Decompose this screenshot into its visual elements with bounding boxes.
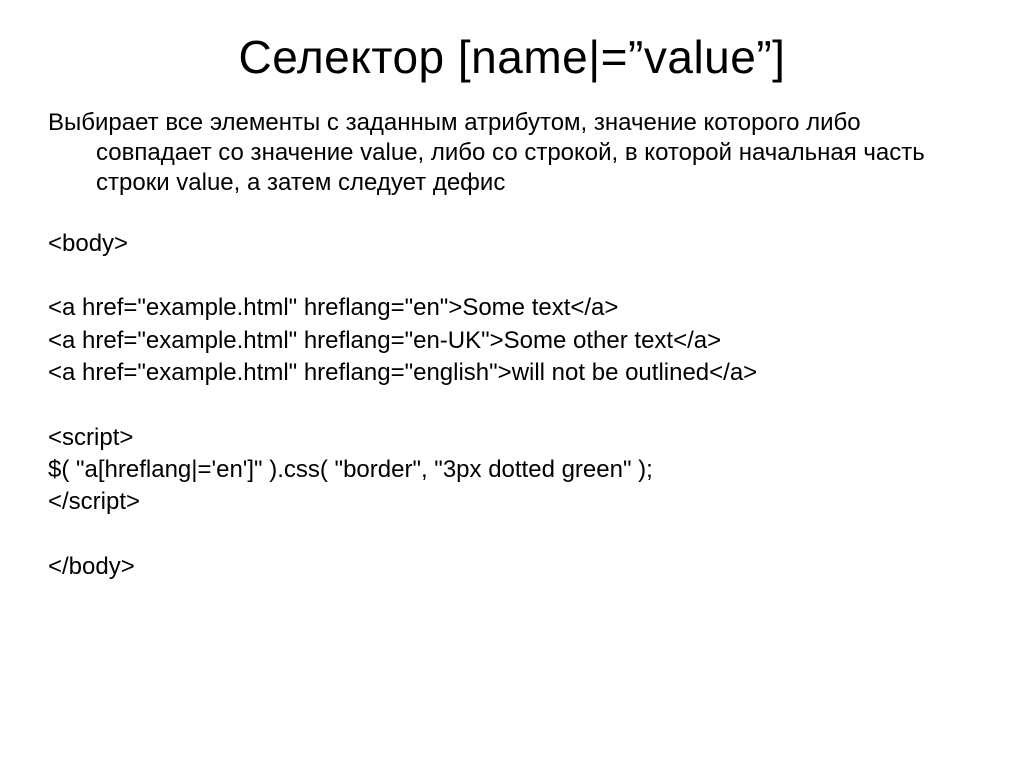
code-script-close: </script> bbox=[48, 486, 976, 518]
blank-line bbox=[48, 260, 976, 292]
blank-line bbox=[48, 519, 976, 551]
code-anchor-en: <a href="example.html" hreflang="en">Som… bbox=[48, 292, 976, 324]
code-anchor-en-uk: <a href="example.html" hreflang="en-UK">… bbox=[48, 325, 976, 357]
description-paragraph: Выбирает все элементы с заданным атрибут… bbox=[48, 108, 976, 198]
slide-title: Селектор [name|=”value”] bbox=[48, 30, 976, 84]
code-script-open: <script> bbox=[48, 422, 976, 454]
blank-line bbox=[48, 390, 976, 422]
code-body-open: <body> bbox=[48, 228, 976, 260]
code-anchor-english: <a href="example.html" hreflang="english… bbox=[48, 357, 976, 389]
code-body-close: </body> bbox=[48, 551, 976, 583]
code-jquery-call: $( "a[hreflang|='en']" ).css( "border", … bbox=[48, 454, 976, 486]
